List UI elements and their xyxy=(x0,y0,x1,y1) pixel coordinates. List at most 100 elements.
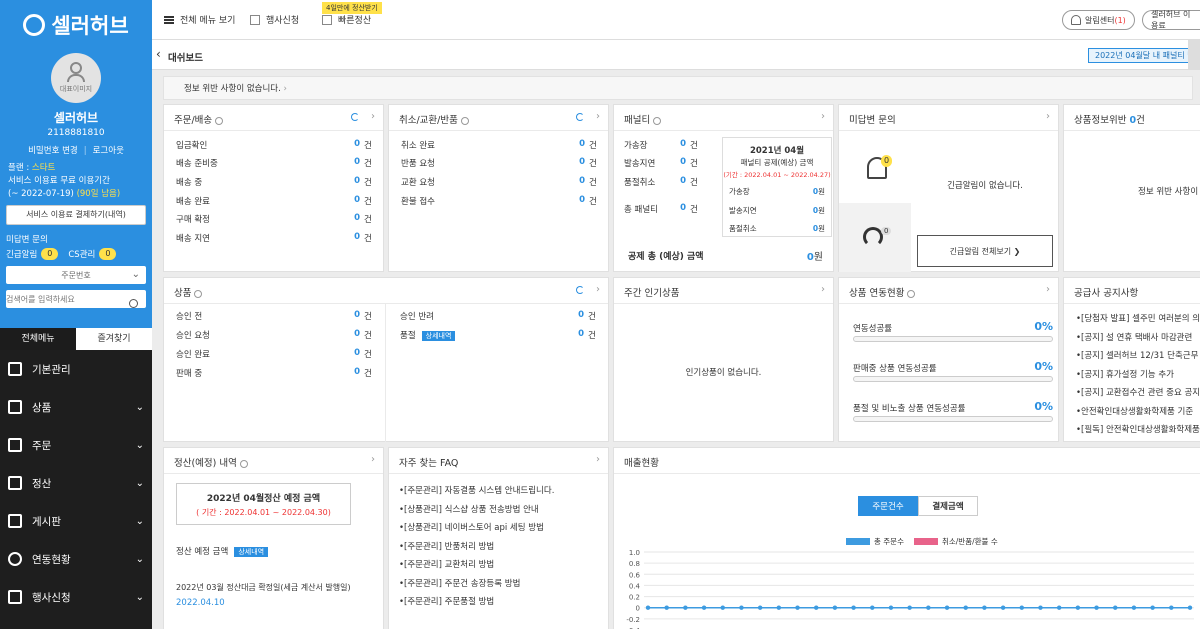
quick-settle-button[interactable]: 빠른정산 xyxy=(322,13,371,26)
fee-button[interactable]: 셀러허브 이용료 xyxy=(1142,10,1200,30)
scrollbar[interactable] xyxy=(1188,40,1200,70)
chevron-right-icon[interactable]: › xyxy=(371,454,375,465)
stat-label: 판매 중 xyxy=(176,369,203,379)
menu-item-board[interactable]: 게시판 ⌄ xyxy=(0,502,152,540)
chevron-right-icon[interactable]: › xyxy=(596,454,600,465)
chevron-right-icon[interactable]: › xyxy=(284,84,287,94)
info-icon[interactable] xyxy=(194,289,203,298)
view-all-urgent-button[interactable]: 긴급알림 전체보기 ❯ xyxy=(917,235,1053,267)
chevron-right-icon[interactable]: › xyxy=(596,111,600,122)
chart-icon xyxy=(322,14,332,25)
info-icon[interactable] xyxy=(215,116,224,125)
order-number-select[interactable]: 주문번호 ⌄ xyxy=(6,266,146,284)
faq-item[interactable]: •[상품관리] 네이버스토어 api 세팅 방법 xyxy=(399,519,607,538)
info-icon[interactable] xyxy=(460,116,469,125)
stat-value[interactable]: 0 xyxy=(350,195,360,207)
stat-unit: 건 xyxy=(690,178,698,188)
menu-item-event[interactable]: 행사신청 ⌄ xyxy=(0,578,152,616)
avatar[interactable]: 대표이미지 xyxy=(51,53,101,103)
urgent-count-badge[interactable]: 0 xyxy=(41,248,59,260)
stat-value[interactable]: 0 xyxy=(350,139,360,151)
stat-value[interactable]: 0 xyxy=(676,157,686,169)
detail-tag[interactable]: 상세내역 xyxy=(234,547,269,557)
penalty-notice-chip[interactable]: 2022년 04월달 내 패널티 발생금액 xyxy=(1088,48,1200,63)
event-button[interactable]: 행사신청 xyxy=(250,13,299,26)
stat-value[interactable]: 0 xyxy=(574,329,584,341)
stat-value[interactable]: 0 xyxy=(575,195,585,207)
notice-item[interactable]: •[공지] 설 연휴 택배사 마감관련 xyxy=(1076,329,1200,348)
logo-text: 셀러허브 xyxy=(51,14,129,38)
chevron-right-icon[interactable]: › xyxy=(371,111,375,122)
refresh-icon[interactable] xyxy=(576,113,584,121)
tab-all-menu[interactable]: 전체메뉴 xyxy=(0,328,76,350)
faq-item[interactable]: •[주문관리] 주문품절 방법 xyxy=(399,593,607,612)
search-icon[interactable] xyxy=(129,299,138,308)
data-point xyxy=(683,605,688,610)
deduction-period: (기간 : 2022.04.01 ~ 2022.04.27) xyxy=(723,171,831,179)
stat-value[interactable]: 0 xyxy=(676,203,686,215)
stat-value[interactable]: 0 xyxy=(350,176,360,188)
logo[interactable]: 셀러허브 xyxy=(0,0,152,50)
stat-value[interactable]: 0 xyxy=(350,232,360,244)
notice-item[interactable]: •[필독] 안전확인대상생활화학제품 xyxy=(1076,421,1200,440)
stat-value[interactable]: 0 xyxy=(575,139,585,151)
alarm-center-button[interactable]: 알림센터 (1) xyxy=(1062,10,1135,30)
faq-item[interactable]: •[주문관리] 자동결품 시스템 안내드립니다. xyxy=(399,482,607,501)
faq-item[interactable]: •[주문관리] 주문건 송장등록 방법 xyxy=(399,575,607,594)
notice-item[interactable]: •[공지] 교환접수건 관련 중요 공지 xyxy=(1076,384,1200,403)
menu-item-order[interactable]: 주문 ⌄ xyxy=(0,426,152,464)
chevron-right-icon[interactable]: › xyxy=(1046,284,1050,295)
notice-item[interactable]: •안전확인대상생활화학제품 기준 xyxy=(1076,403,1200,422)
tab-order-count[interactable]: 주문건수 xyxy=(858,496,918,516)
notice-item[interactable]: •[공지] 휴가설정 기능 추가 xyxy=(1076,366,1200,385)
cs-count-badge[interactable]: 0 xyxy=(99,248,117,260)
notice-item[interactable]: •[당첨자 발표] 셀주민 여러분의 의 xyxy=(1076,310,1200,329)
stat-value[interactable]: 0 xyxy=(574,310,584,322)
pay-fee-button[interactable]: 서비스 이용료 결제하기(내역) xyxy=(6,205,146,225)
chevron-left-icon[interactable]: ‹ xyxy=(156,47,161,61)
chevron-right-icon[interactable]: › xyxy=(596,284,600,295)
tab-payment-amount[interactable]: 결제금액 xyxy=(918,496,978,516)
stat-value[interactable]: 0 xyxy=(350,310,360,322)
menu-item-settlement[interactable]: 정산 ⌄ xyxy=(0,464,152,502)
sync-percent: 0% xyxy=(1034,360,1053,373)
logout-link[interactable]: 로그아웃 xyxy=(93,146,124,156)
stat-unit: 건 xyxy=(364,312,372,322)
sub-bar: ‹ 대쉬보드 2022년 04월달 내 패널티 발생금액 xyxy=(152,40,1200,70)
data-point xyxy=(982,605,987,610)
chevron-right-icon[interactable]: › xyxy=(821,284,825,295)
stat-value[interactable]: 0 xyxy=(575,157,585,169)
search-input[interactable] xyxy=(6,290,146,308)
faq-item[interactable]: •[상품관리] 식스샵 상품 전송방법 안내 xyxy=(399,501,607,520)
refresh-icon[interactable] xyxy=(576,286,584,294)
detail-tag[interactable]: 상세내역 xyxy=(421,331,456,341)
menu-label: 연동현황 xyxy=(32,553,71,566)
tab-favorites[interactable]: 즐겨찾기 xyxy=(76,328,152,350)
stat-value[interactable]: 0 xyxy=(350,367,360,379)
menu-item-basic[interactable]: 기본관리 xyxy=(0,350,152,388)
info-icon[interactable] xyxy=(653,116,662,125)
chevron-right-icon[interactable]: › xyxy=(821,111,825,122)
data-point xyxy=(832,605,838,610)
faq-item[interactable]: •[주문관리] 교환처리 방법 xyxy=(399,556,607,575)
headset-icon[interactable] xyxy=(863,227,883,247)
notice-item[interactable]: •[공지] 셀러허브 12/31 단축근무 xyxy=(1076,347,1200,366)
refresh-icon[interactable] xyxy=(351,113,359,121)
faq-item[interactable]: •[주문관리] 반품처리 방법 xyxy=(399,538,607,557)
chevron-right-icon[interactable]: › xyxy=(1046,111,1050,122)
all-menu-button[interactable]: 전체 메뉴 보기 xyxy=(164,13,235,26)
change-password-link[interactable]: 비밀번호 변경 xyxy=(28,146,78,156)
stat-value[interactable]: 0 xyxy=(350,329,360,341)
info-icon[interactable] xyxy=(907,289,916,298)
stat-value[interactable]: 0 xyxy=(350,348,360,360)
menu-item-sync[interactable]: 연동현황 ⌄ xyxy=(0,540,152,578)
data-point xyxy=(1038,605,1043,610)
menu-item-product[interactable]: 상품 ⌄ xyxy=(0,388,152,426)
stat-value[interactable]: 0 xyxy=(350,157,360,169)
stat-value[interactable]: 0 xyxy=(575,176,585,188)
stat-value[interactable]: 0 xyxy=(676,176,686,188)
stat-unit: 건 xyxy=(364,141,372,151)
stat-value[interactable]: 0 xyxy=(350,213,360,225)
info-icon[interactable] xyxy=(239,459,248,468)
stat-value[interactable]: 0 xyxy=(676,139,686,151)
